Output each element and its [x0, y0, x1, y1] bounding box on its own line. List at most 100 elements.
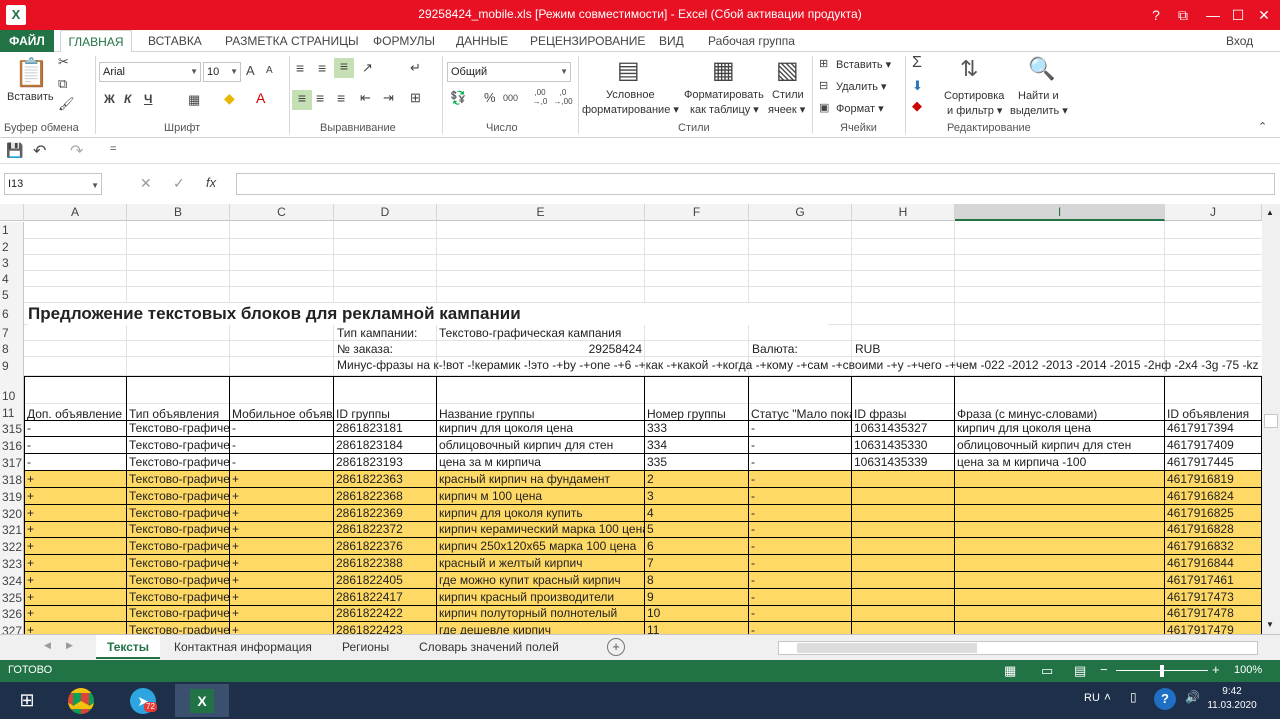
table-cell[interactable]: Текстово-графическое [127, 522, 230, 538]
sort-filter-label-2[interactable]: и фильтр ▾ [947, 104, 1002, 118]
table-cell[interactable] [955, 589, 1165, 606]
table-cell[interactable] [852, 606, 955, 622]
column-title-cell[interactable]: ID фразы [852, 376, 955, 421]
table-cell[interactable]: - [749, 622, 852, 634]
clock-date[interactable]: 11.03.2020 [1196, 700, 1268, 711]
table-cell[interactable]: - [749, 589, 852, 606]
column-header-a[interactable]: A [24, 204, 127, 221]
row-header[interactable]: 315 [0, 421, 24, 437]
row-header[interactable]: 326 [0, 606, 24, 622]
tray-chevron-icon[interactable]: ˄ [1104, 690, 1111, 704]
table-cell[interactable]: 10631435327 [852, 421, 955, 437]
conditional-format-label-1[interactable]: Условное [606, 88, 655, 102]
currency-format-icon[interactable]: 💱 [450, 90, 466, 106]
start-button-icon[interactable]: ⊞ [0, 684, 54, 717]
row-header[interactable]: 320 [0, 505, 24, 522]
column-header-h[interactable]: H [852, 204, 955, 221]
column-title-cell[interactable]: Тип объявления [127, 376, 230, 421]
table-cell[interactable]: + [24, 622, 127, 634]
row-header[interactable]: 3 [0, 255, 24, 271]
table-cell[interactable]: + [230, 555, 334, 572]
network-icon[interactable]: ▯ [1130, 690, 1137, 704]
column-header-b[interactable]: B [127, 204, 230, 221]
ribbon-display-icon[interactable]: ⧉ [1172, 4, 1194, 26]
table-cell[interactable] [852, 622, 955, 634]
tab-view[interactable]: ВИД [659, 30, 684, 52]
format-painter-icon[interactable]: 🖌 [58, 96, 75, 112]
align-middle-icon[interactable]: ≡ [318, 60, 326, 76]
minimize-button[interactable]: — [1202, 4, 1224, 26]
table-cell[interactable]: - [749, 505, 852, 522]
table-cell[interactable]: + [230, 538, 334, 555]
table-cell[interactable] [852, 488, 955, 505]
maximize-button[interactable]: ☐ [1227, 4, 1249, 26]
table-cell[interactable]: 335 [645, 454, 749, 471]
table-cell[interactable] [852, 538, 955, 555]
vertical-scrollbar[interactable]: ▲ ▼ [1262, 204, 1280, 634]
horizontal-scrollbar[interactable] [778, 641, 1258, 655]
column-title-cell[interactable]: Доп. объявление [24, 376, 127, 421]
tab-review[interactable]: РЕЦЕНЗИРОВАНИЕ [530, 30, 645, 52]
collapse-ribbon-icon[interactable]: ⌃ [1258, 120, 1267, 133]
table-cell[interactable]: - [749, 454, 852, 471]
table-cell[interactable] [955, 471, 1165, 488]
column-title-cell[interactable]: Номер группы [645, 376, 749, 421]
underline-button[interactable]: Ч [144, 92, 152, 106]
table-cell[interactable]: + [24, 589, 127, 606]
table-cell[interactable]: 333 [645, 421, 749, 437]
campaign-type-label[interactable]: Тип кампании: [337, 325, 437, 341]
tab-file[interactable]: ФАЙЛ [0, 30, 54, 52]
campaign-type-value[interactable]: Текстово-графическая кампания [439, 325, 739, 341]
table-cell[interactable]: + [230, 589, 334, 606]
table-cell[interactable]: + [230, 622, 334, 634]
confirm-entry-icon[interactable]: ✓ [173, 175, 185, 192]
table-cell[interactable]: 11 [645, 622, 749, 634]
table-cell[interactable]: + [230, 572, 334, 589]
table-cell[interactable]: 10631435339 [852, 454, 955, 471]
undo-icon[interactable]: ↶ [33, 141, 46, 161]
row-header[interactable]: 321 [0, 522, 24, 538]
borders-icon[interactable]: ▦ [188, 92, 200, 108]
sort-filter-label-1[interactable]: Сортировка [944, 89, 1004, 103]
indent-decrease-icon[interactable]: ⇤ [360, 90, 371, 106]
table-cell[interactable]: + [24, 572, 127, 589]
order-label[interactable]: № заказа: [337, 341, 437, 357]
wrap-text-icon[interactable]: ↵ [410, 60, 421, 76]
table-cell[interactable]: Текстово-графическое [127, 606, 230, 622]
table-cell[interactable]: - [749, 421, 852, 437]
save-icon[interactable]: 💾 [6, 142, 23, 159]
table-cell[interactable]: 2861822405 [334, 572, 437, 589]
clock-time[interactable]: 9:42 [1208, 686, 1256, 697]
table-cell[interactable]: Текстово-графическое [127, 437, 230, 454]
table-cell[interactable] [955, 505, 1165, 522]
table-cell[interactable]: - [749, 522, 852, 538]
row-header[interactable]: 325 [0, 589, 24, 606]
add-sheet-button[interactable]: + [607, 638, 625, 656]
table-cell[interactable]: 4617916819 [1165, 471, 1262, 488]
table-cell[interactable]: - [230, 454, 334, 471]
table-cell[interactable]: 2861822376 [334, 538, 437, 555]
table-cell[interactable]: кирпич м 100 цена [437, 488, 645, 505]
currency-value[interactable]: RUB [855, 341, 955, 357]
fill-icon[interactable]: ⬇ [912, 78, 923, 94]
tab-workgroup[interactable]: Рабочая группа [708, 30, 795, 52]
paste-button[interactable]: Вставить [7, 90, 54, 104]
column-title-cell[interactable]: Мобильное объявление [230, 376, 334, 421]
font-size-box[interactable]: 10 ▼ [203, 62, 241, 82]
sheet-tab-texts[interactable]: Тексты [96, 635, 160, 659]
table-cell[interactable]: 6 [645, 538, 749, 555]
number-format-box[interactable]: Общий ▼ [447, 62, 571, 82]
table-cell[interactable]: Текстово-графическое [127, 555, 230, 572]
table-cell[interactable]: кирпич для цоколя купить [437, 505, 645, 522]
table-cell[interactable]: кирпич красный производители [437, 589, 645, 606]
chrome-icon[interactable] [54, 684, 108, 717]
row-header[interactable]: 327 [0, 622, 24, 634]
table-cell[interactable]: - [24, 454, 127, 471]
table-cell[interactable]: кирпич для цоколя цена [955, 421, 1165, 437]
align-top-icon[interactable]: ≡ [296, 60, 304, 76]
excel-taskbar-icon[interactable]: X [175, 684, 229, 717]
table-cell[interactable]: 3 [645, 488, 749, 505]
row-header[interactable]: 9 [0, 357, 24, 376]
row-header[interactable]: 6 [0, 303, 24, 325]
column-header-c[interactable]: C [230, 204, 334, 221]
